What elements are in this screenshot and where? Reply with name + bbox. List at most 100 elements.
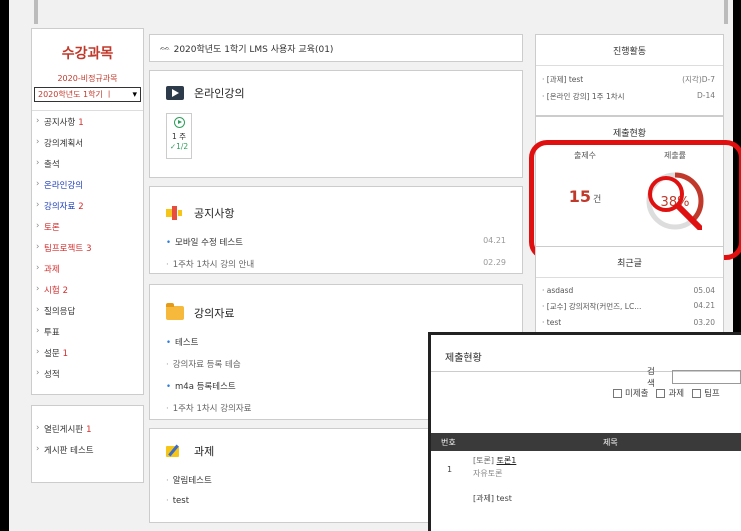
count-badge: 1 [86,425,92,435]
count-badge: 1 [78,118,84,128]
board-item-label: 열린게시판 [44,425,84,435]
course-title: 2020학년도 1학기 LMS 사용자 교육(01) [173,44,334,55]
item-title: 모바일 수정 테스트 [166,236,243,248]
filter-checkbox[interactable]: 과제 [656,387,684,399]
sidebar-item-label: 설문 [44,349,60,359]
board-menu: 열린게시판1 게시판 테스트 [32,418,143,470]
row-title-link[interactable]: 토론1 [497,456,517,465]
filter-checkbox[interactable]: 미제출 [613,387,648,399]
course-sidebar: 수강과목 2020-비정규과목 2020학년도 1학기 ㅣ ▾ 공지사항1강의계… [31,28,144,395]
list-item[interactable]: [온라인 강의] 1주 1차시 D-14 [542,89,715,106]
item-title: test [166,496,189,506]
sidebar-item[interactable]: 강의계획서 [32,132,143,153]
item-title: [과제] test [542,74,583,85]
course-breadcrumb: ᨐ 2020학년도 1학기 LMS 사용자 교육(01) [149,34,523,62]
sidebar-menu: 공지사항1강의계획서출석온라인강의강의자료2토론팀프로젝트3과제시험2질의응답투… [32,110,143,394]
top-divider [34,0,38,24]
board-item-label: 게시판 테스트 [44,446,94,456]
item-title: 1주차 1차시 강의 안내 [166,258,254,270]
progress-activity-card: 진행활동 [과제] test (지각)D-7 [온라인 강의] 1주 1차시 D-14 [535,34,724,116]
item-date: 05.04 [693,286,715,295]
sidebar-item-label: 출석 [44,160,60,170]
card-title: 공지사항 [194,207,235,220]
item-date: (지각)D-7 [682,75,715,84]
item-date: 02.29 [483,258,506,267]
item-title: asdasd [542,286,574,295]
card-title: 최근글 [536,247,723,278]
list-item[interactable]: 모바일 수정 테스트 04.21 [166,233,506,255]
board-sidebar: 열린게시판1 게시판 테스트 [31,405,144,483]
item-title: [교수] 강의저작(커먼즈, LC... [542,301,642,312]
sidebar-item[interactable]: 출석 [32,153,143,174]
semester-select[interactable]: 2020학년도 1학기 ㅣ ▾ [34,87,141,102]
week-label: 1 주 [171,132,187,141]
list-item[interactable]: [교수] 강의저작(커먼즈, LC... 04.21 [542,299,715,316]
pencil-icon [166,444,184,458]
video-icon [166,86,184,100]
sidebar-item[interactable]: 질의응답 [32,300,143,321]
item-title: 테스트 [166,336,198,348]
filter-checkbox[interactable]: 팀프 [692,387,720,399]
sidebar-item-label: 성적 [44,370,60,380]
filter-label: 미제출 [625,389,649,399]
col-number: 번호 [441,437,456,447]
sidebar-subtitle: 2020-비정규과목 [57,74,118,83]
notice-card: 공지사항 모바일 수정 테스트 04.21 1주차 1차시 강의 안내 02.29 [149,186,523,274]
item-title: test [542,318,561,327]
sidebar-item[interactable]: 투표 [32,321,143,342]
sidebar-item[interactable]: 성적 [32,363,143,384]
row-title: [과제] test [473,494,512,503]
checkbox-icon [656,388,666,398]
search-label: 검색 [647,367,655,389]
top-divider-right [724,0,728,24]
megaphone-icon [166,206,184,220]
sidebar-item-label: 토론 [44,223,60,233]
card-title: 강의자료 [194,307,235,320]
submission-popup: 제출현황 검색 미제출 과제 팀프 번호 제목 1 [토론] 토론1 자유토론 [과… [428,332,741,531]
row-subtitle: 자유토론 [473,469,503,478]
checkbox-icon [692,388,702,398]
search-input[interactable] [672,370,741,384]
sidebar-item[interactable]: 온라인강의 [32,174,143,195]
item-title: 1주차 1차시 강의자료 [166,402,252,414]
table-row[interactable]: [과제] test [473,493,512,504]
sidebar-item-label: 투표 [44,328,60,338]
item-title: 알림테스트 [166,474,212,486]
sidebar-item[interactable]: 팀프로젝트3 [32,237,143,258]
count-badge: 1 [62,349,69,359]
sidebar-item[interactable]: 과제 [32,258,143,279]
week-tile[interactable]: 1 주 ✓1/2 [166,113,192,159]
folder-icon [166,303,184,320]
sidebar-item-label: 시험 [44,286,60,296]
semester-select-value: 2020학년도 1학기 ㅣ [38,90,113,99]
sidebar-item[interactable]: 강의자료2 [32,195,143,216]
filter-checkboxes: 미제출 과제 팀프 [613,387,728,399]
item-title: 강의자료 등록 테슴 [166,358,241,370]
item-date: 03.20 [693,318,715,327]
list-item[interactable]: asdasd 05.04 [542,284,715,299]
col-title: 제목 [603,437,618,447]
checkbox-icon [613,388,622,398]
row-number: 1 [447,465,453,474]
board-item[interactable]: 게시판 테스트 [32,439,143,460]
sidebar-title: 수강과목 [61,46,114,62]
board-item[interactable]: 열린게시판1 [32,418,143,439]
sidebar-item-label: 공지사항 [44,118,76,128]
list-item[interactable]: 1주차 1차시 강의 안내 02.29 [166,255,506,277]
play-icon [173,117,185,128]
online-lecture-card: 온라인강의 1 주 ✓1/2 [149,70,523,178]
count-badge: 2 [78,202,84,212]
item-title: [온라인 강의] 1주 1차시 [542,91,625,102]
filter-label: 팀프 [704,389,720,399]
week-progress: 1/2 [176,142,189,151]
card-title: 온라인강의 [194,87,245,100]
sidebar-item[interactable]: 시험2 [32,279,143,300]
sidebar-item[interactable]: 공지사항1 [32,111,143,132]
sidebar-item-label: 강의자료 [44,202,76,212]
sidebar-item[interactable]: 토론 [32,216,143,237]
list-item[interactable]: test 03.20 [542,316,715,331]
list-item[interactable]: [과제] test (지각)D-7 [542,72,715,89]
sidebar-item[interactable]: 설문1 [32,342,143,363]
item-date: 04.21 [693,301,715,310]
sidebar-item-label: 과제 [44,265,60,275]
